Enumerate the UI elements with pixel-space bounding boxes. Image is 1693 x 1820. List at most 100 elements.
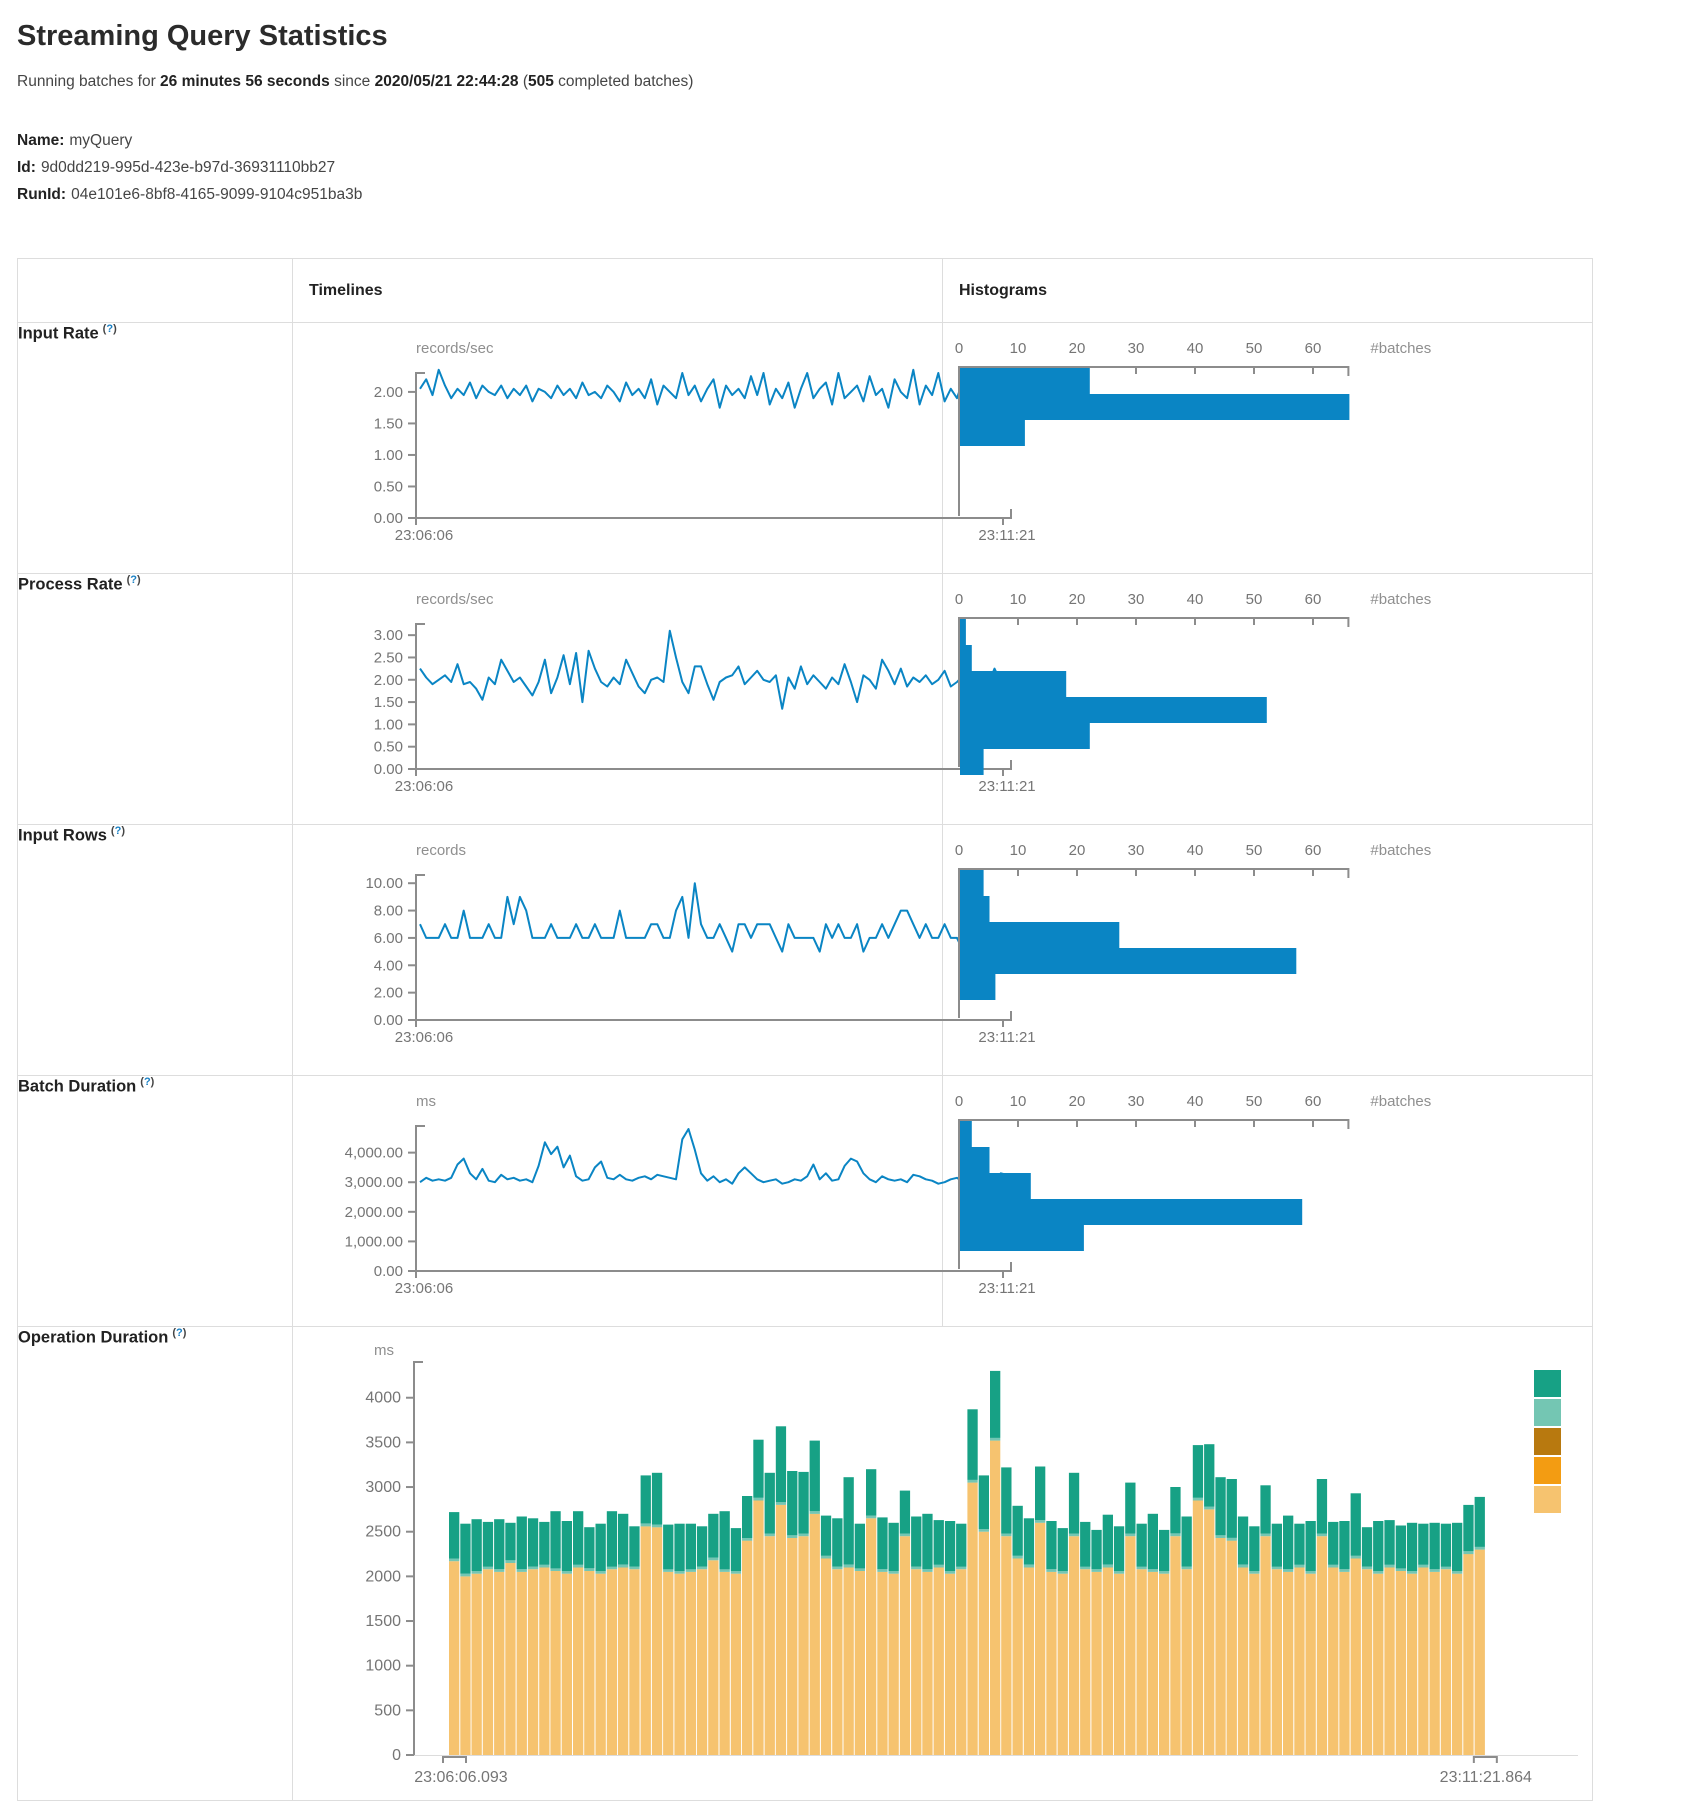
stacked-bar-segment — [562, 1521, 572, 1571]
stacked-bar-segment — [1238, 1567, 1248, 1755]
hist-unit-label: #batches — [1370, 1093, 1431, 1110]
row-label-input-rows: Input Rows — [18, 826, 107, 844]
stacked-bar-segment — [1362, 1527, 1372, 1566]
stacked-bar-segment — [922, 1572, 932, 1755]
stacked-bar-segment — [1328, 1522, 1338, 1565]
stacked-bar-segment — [922, 1569, 932, 1572]
stats-table: Timelines Histograms Input Rate(?) recor… — [17, 258, 1593, 1801]
stacked-bar-segment — [483, 1567, 493, 1570]
hist-tick-label: 60 — [1305, 842, 1322, 859]
input-rate-timeline-chart: records/sec2.001.501.000.500.0023:06:062… — [293, 323, 1054, 573]
stacked-bar-segment — [945, 1574, 955, 1755]
y-tick-label: 0.00 — [374, 1263, 403, 1280]
histogram-bar — [960, 420, 1025, 446]
stacked-bar-segment — [573, 1511, 583, 1565]
stacked-bar-segment — [1069, 1534, 1079, 1537]
stacked-bar-segment — [900, 1491, 910, 1534]
stacked-bar-segment — [1407, 1523, 1417, 1571]
operation-duration-chart-cell: ms4000350030002500200015001000500023:06:… — [293, 1327, 1593, 1801]
histogram-bar — [960, 723, 1090, 749]
stacked-bar-segment — [663, 1572, 673, 1755]
hist-tick-label: 30 — [1128, 842, 1145, 859]
stacked-bar-segment — [1227, 1479, 1237, 1538]
input-rows-label-cell: Input Rows (?) — [18, 825, 293, 1076]
process-rate-help-icon[interactable]: (?) — [127, 574, 141, 586]
stacked-bar-segment — [720, 1511, 730, 1569]
y-tick-label: 10.00 — [365, 875, 403, 892]
operation-duration-help-icon[interactable]: (?) — [172, 1327, 186, 1339]
stacked-bar-segment — [900, 1534, 910, 1537]
stacked-bar-segment — [1475, 1547, 1485, 1550]
legend-swatch — [1534, 1399, 1561, 1426]
input-rate-help-icon[interactable]: (?) — [103, 323, 117, 335]
stacked-bar-segment — [1103, 1515, 1113, 1565]
y-tick-label: 0.50 — [374, 478, 403, 495]
stacked-bar-segment — [1260, 1534, 1270, 1537]
stacked-bar-segment — [1001, 1467, 1011, 1533]
stacked-bar-segment — [1080, 1522, 1090, 1567]
summary-duration: 26 minutes 56 seconds — [160, 73, 330, 90]
stacked-bar-segment — [483, 1522, 493, 1567]
stacked-bar-segment — [934, 1520, 944, 1565]
stacked-bar-segment — [1227, 1538, 1237, 1541]
stacked-bar-segment — [1351, 1559, 1361, 1756]
stacked-bar-segment — [877, 1572, 887, 1755]
hist-tick-label: 40 — [1187, 591, 1204, 608]
stacked-bar-segment — [979, 1475, 989, 1529]
row-label-batch-duration: Batch Duration — [18, 1077, 136, 1095]
stacked-bar-segment — [449, 1512, 459, 1558]
stacked-bar-segment — [539, 1565, 549, 1568]
batch-duration-help-icon[interactable]: (?) — [140, 1076, 154, 1088]
hist-tick-label: 0 — [955, 842, 963, 859]
stacked-bar-segment — [1125, 1534, 1135, 1537]
timeline-series — [420, 631, 1007, 709]
stacked-bar-segment — [1396, 1571, 1406, 1755]
stacked-bar-segment — [1159, 1574, 1169, 1755]
stacked-bar-segment — [1215, 1538, 1225, 1755]
stacked-bar-segment — [1362, 1567, 1372, 1570]
stacked-bar-segment — [674, 1574, 684, 1755]
stacked-bar-segment — [1260, 1485, 1270, 1533]
stacked-bar-segment — [1204, 1444, 1214, 1507]
stacked-bar-segment — [562, 1574, 572, 1755]
stacked-bar-segment — [731, 1528, 741, 1571]
hist-unit-label: #batches — [1370, 340, 1431, 357]
input-rows-help-icon[interactable]: (?) — [111, 825, 125, 837]
y-tick-label: 0 — [392, 1747, 401, 1764]
header-timelines-cell: Timelines — [293, 259, 943, 323]
stacked-bar-segment — [629, 1567, 639, 1570]
query-metadata: Name:myQuery Id:9d0dd219-995d-423e-b97d-… — [17, 127, 1693, 208]
stacked-bar-segment — [686, 1524, 696, 1570]
stacked-bar-segment — [596, 1574, 606, 1755]
process-rate-label-cell: Process Rate(?) — [18, 574, 293, 825]
stacked-bar-segment — [832, 1518, 842, 1566]
stacked-bar-segment — [652, 1473, 662, 1525]
stacked-bar-segment — [1339, 1572, 1349, 1755]
y-tick-label: 3000 — [365, 1479, 401, 1496]
stacked-bar-segment — [1013, 1506, 1023, 1556]
stacked-bar-segment — [1058, 1574, 1068, 1755]
row-operation-duration: Operation Duration(?) ms4000350030002500… — [18, 1327, 1593, 1801]
row-input-rate: Input Rate(?) records/sec2.001.501.000.5… — [18, 323, 1593, 574]
query-runid-line: RunId:04e101e6-8bf8-4165-9099-9104c951ba… — [17, 181, 1693, 208]
stacked-bar-segment — [911, 1569, 921, 1755]
stacked-bar-segment — [753, 1440, 763, 1498]
stacked-bar-segment — [1283, 1569, 1293, 1572]
stacked-bar-segment — [652, 1525, 662, 1528]
stacked-bar-segment — [742, 1538, 752, 1541]
stacked-bar-segment — [494, 1519, 504, 1569]
stacked-bar-segment — [1317, 1536, 1327, 1755]
stacked-bar-segment — [1114, 1526, 1124, 1571]
stacked-bar-segment — [1024, 1565, 1034, 1568]
stacked-bar-segment — [629, 1569, 639, 1755]
stacked-bar-segment — [1125, 1483, 1135, 1534]
stacked-bar-segment — [1317, 1479, 1327, 1534]
stacked-bar-segment — [866, 1469, 876, 1515]
stacked-bar-segment — [1463, 1551, 1473, 1554]
hist-tick-label: 0 — [955, 1093, 963, 1110]
stacked-bar-segment — [1204, 1509, 1214, 1755]
stacked-bar-segment — [517, 1517, 527, 1570]
hist-tick-label: 10 — [1010, 591, 1027, 608]
stacked-bar-segment — [1328, 1567, 1338, 1755]
stacked-bar-segment — [1013, 1559, 1023, 1756]
